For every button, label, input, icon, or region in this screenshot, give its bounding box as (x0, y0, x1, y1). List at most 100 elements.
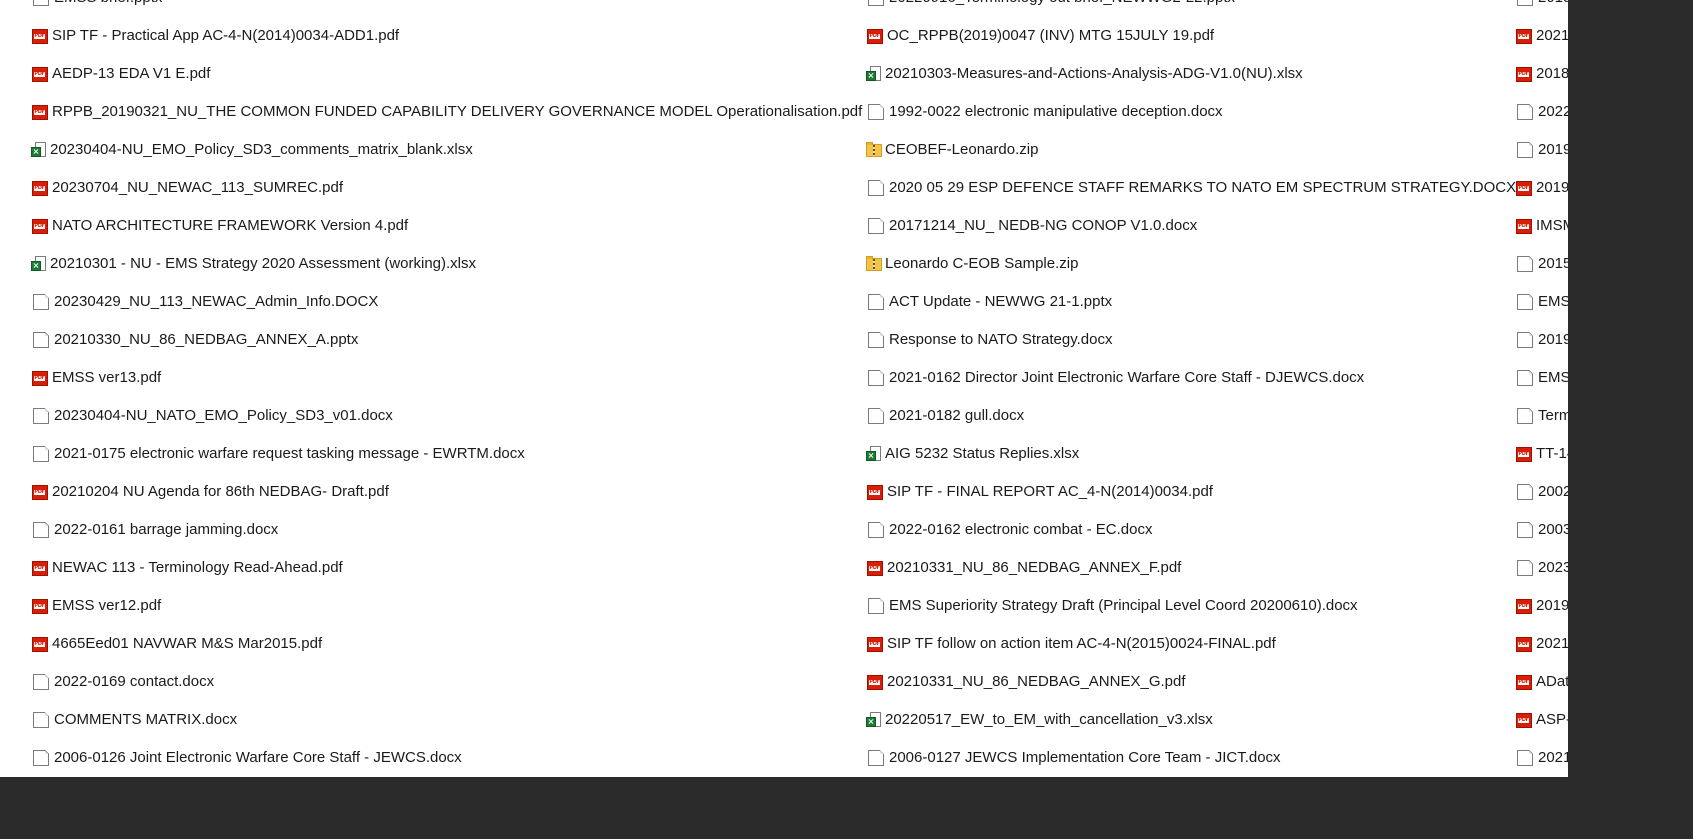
pdf-file-icon (1516, 180, 1532, 196)
file-name: 20230404-NU_NATO_EMO_Policy_SD3_v01.docx (54, 407, 393, 424)
file-item[interactable]: 20220916_Terminology out brief_NEWWG2-22… (866, 0, 1235, 10)
file-item[interactable]: 2023 (1515, 556, 1568, 580)
file-item[interactable]: 2006-0127 JEWCS Implementation Core Team… (866, 746, 1281, 770)
file-item[interactable]: 2015 (1515, 252, 1568, 276)
file-item[interactable]: 2022-0169 contact.docx (31, 670, 214, 694)
file-name: 2021-0175 electronic warfare request tas… (54, 445, 525, 462)
file-item[interactable]: 2002 (1515, 480, 1568, 504)
file-item[interactable]: EMSS brief.pptx (31, 0, 162, 10)
file-item[interactable]: 1992-0022 electronic manipulative decept… (866, 100, 1223, 124)
file-item[interactable]: × 20210301 - NU - EMS Strategy 2020 Asses… (31, 252, 476, 276)
file-item[interactable]: 2021-0162 Director Joint Electronic Warf… (866, 366, 1364, 390)
file-item[interactable]: Leonardo C-EOB Sample.zip (866, 252, 1078, 276)
file-item[interactable]: 2021-0175 electronic warfare request tas… (31, 442, 525, 466)
file-name: 2021 (1538, 749, 1568, 766)
document-file-icon (868, 294, 884, 310)
file-item[interactable]: Term (1515, 404, 1568, 428)
file-item[interactable]: OC_RPPB(2019)0047 (INV) MTG 15JULY 19.pd… (866, 24, 1214, 48)
document-file-icon (1517, 142, 1533, 158)
file-name: SIP TF - Practical App AC-4-N(2014)0034-… (52, 27, 400, 44)
file-item[interactable]: EMS (1515, 290, 1568, 314)
file-name: 2022 (1538, 103, 1568, 120)
file-item[interactable]: SIP TF - FINAL REPORT AC_4-N(2014)0034.p… (866, 480, 1213, 504)
file-item[interactable]: 20210331_NU_86_NEDBAG_ANNEX_G.pdf (866, 670, 1186, 694)
file-item[interactable]: 4665Eed01 NAVWAR M&S Mar2015.pdf (31, 632, 322, 656)
file-item[interactable]: ASP- (1515, 708, 1568, 732)
document-file-icon (868, 750, 884, 766)
file-name: Leonardo C-EOB Sample.zip (885, 255, 1079, 272)
file-name: NATO ARCHITECTURE FRAMEWORK Version 4.pd… (52, 217, 409, 234)
file-item[interactable]: 2021 (1515, 632, 1568, 656)
file-name: 20230404-NU_EMO_Policy_SD3_comments_matr… (50, 141, 473, 158)
file-item[interactable]: 2021 (1515, 746, 1568, 770)
file-item[interactable]: ADat (1515, 670, 1568, 694)
file-item[interactable]: TT-14 (1515, 442, 1568, 466)
file-item[interactable]: 20210204 NU Agenda for 86th NEDBAG- Draf… (31, 480, 389, 504)
file-item[interactable]: 20171214_NU_ NEDB-NG CONOP V1.0.docx (866, 214, 1197, 238)
file-item[interactable]: 2022 (1515, 100, 1568, 124)
document-file-icon (1517, 484, 1533, 500)
file-name: 2006-0126 Joint Electronic Warfare Core … (54, 749, 462, 766)
file-item[interactable]: 2019 (1515, 0, 1568, 10)
file-item[interactable]: NEWAC 113 - Terminology Read-Ahead.pdf (31, 556, 343, 580)
pdf-file-icon (1516, 636, 1532, 652)
file-item[interactable]: 2019 (1515, 328, 1568, 352)
file-item[interactable]: 20210331_NU_86_NEDBAG_ANNEX_F.pdf (866, 556, 1181, 580)
file-name: COMMENTS MATRIX.docx (54, 711, 238, 728)
document-file-icon (868, 408, 884, 424)
file-item[interactable]: EMSS ver13.pdf (31, 366, 161, 390)
file-item[interactable]: × 20230404-NU_EMO_Policy_SD3_comments_mat… (31, 138, 473, 162)
file-item[interactable]: EMSS ver12.pdf (31, 594, 161, 618)
file-item[interactable]: EMS Superiority Strategy Draft (Principa… (866, 594, 1358, 618)
file-item[interactable]: SIP TF - Practical App AC-4-N(2014)0034-… (31, 24, 399, 48)
file-item[interactable]: COMMENTS MATRIX.docx (31, 708, 237, 732)
file-name: Response to NATO Strategy.docx (889, 331, 1113, 348)
file-name: 2019 (1538, 141, 1568, 158)
file-name: 20210301 - NU - EMS Strategy 2020 Assess… (50, 255, 477, 272)
file-item[interactable]: 20230429_NU_113_NEWAC_Admin_Info.DOCX (31, 290, 378, 314)
file-name: TT-14 (1536, 445, 1568, 462)
pdf-file-icon (32, 370, 48, 386)
excel-file-icon: × (866, 446, 882, 462)
file-item[interactable]: AEDP-13 EDA V1 E.pdf (31, 62, 210, 86)
file-item[interactable]: 2022-0162 electronic combat - EC.docx (866, 518, 1152, 542)
file-item[interactable]: × 20220517_EW_to_EM_with_cancellation_v3.… (866, 708, 1213, 732)
file-item[interactable]: NATO ARCHITECTURE FRAMEWORK Version 4.pd… (31, 214, 408, 238)
zip-folder-icon (866, 256, 882, 271)
document-file-icon (33, 294, 49, 310)
file-item[interactable]: IMSM (1515, 214, 1568, 238)
file-item[interactable]: 2003 (1515, 518, 1568, 542)
excel-file-icon: × (866, 66, 882, 82)
file-name: 2021-0162 Director Joint Electronic Warf… (889, 369, 1365, 386)
file-item[interactable]: RPPB_20190321_NU_THE COMMON FUNDED CAPAB… (31, 100, 862, 124)
file-item[interactable]: 20230704_NU_NEWAC_113_SUMREC.pdf (31, 176, 343, 200)
pdf-file-icon (867, 636, 883, 652)
file-name: EMS Superiority Strategy Draft (Principa… (889, 597, 1358, 614)
file-item[interactable]: 2020 05 29 ESP DEFENCE STAFF REMARKS TO … (866, 176, 1516, 200)
file-item[interactable]: 2019 (1515, 138, 1568, 162)
file-item[interactable]: ACT Update - NEWWG 21-1.pptx (866, 290, 1112, 314)
file-item[interactable]: 2021-0182 gull.docx (866, 404, 1024, 428)
document-file-icon (33, 522, 49, 538)
file-item[interactable]: 2019 (1515, 176, 1568, 200)
file-item[interactable]: 2021 (1515, 24, 1568, 48)
file-item[interactable]: 2022-0161 barrage jamming.docx (31, 518, 278, 542)
file-item[interactable]: × AIG 5232 Status Replies.xlsx (866, 442, 1079, 466)
file-item[interactable]: SIP TF follow on action item AC-4-N(2015… (866, 632, 1276, 656)
file-item[interactable]: 2006-0126 Joint Electronic Warfare Core … (31, 746, 462, 770)
file-item[interactable]: 2018 (1515, 62, 1568, 86)
file-item[interactable]: 20230404-NU_NATO_EMO_Policy_SD3_v01.docx (31, 404, 393, 428)
file-name: 20210303-Measures-and-Actions-Analysis-A… (885, 65, 1303, 82)
file-item[interactable]: CEOBEF-Leonardo.zip (866, 138, 1038, 162)
file-name: SIP TF - FINAL REPORT AC_4-N(2014)0034.p… (887, 483, 1213, 500)
file-item[interactable]: Response to NATO Strategy.docx (866, 328, 1112, 352)
file-name: 2022-0162 electronic combat - EC.docx (889, 521, 1153, 538)
file-name: 20210204 NU Agenda for 86th NEDBAG- Draf… (52, 483, 389, 500)
file-item[interactable]: × 20210303-Measures-and-Actions-Analysis-… (866, 62, 1303, 86)
file-item[interactable]: 20210330_NU_86_NEDBAG_ANNEX_A.pptx (31, 328, 358, 352)
file-name: 20210331_NU_86_NEDBAG_ANNEX_G.pdf (887, 673, 1186, 690)
file-item[interactable]: 2019 (1515, 594, 1568, 618)
document-file-icon (1517, 104, 1533, 120)
file-item[interactable]: EMS (1515, 366, 1568, 390)
file-name: 4665Eed01 NAVWAR M&S Mar2015.pdf (52, 635, 323, 652)
